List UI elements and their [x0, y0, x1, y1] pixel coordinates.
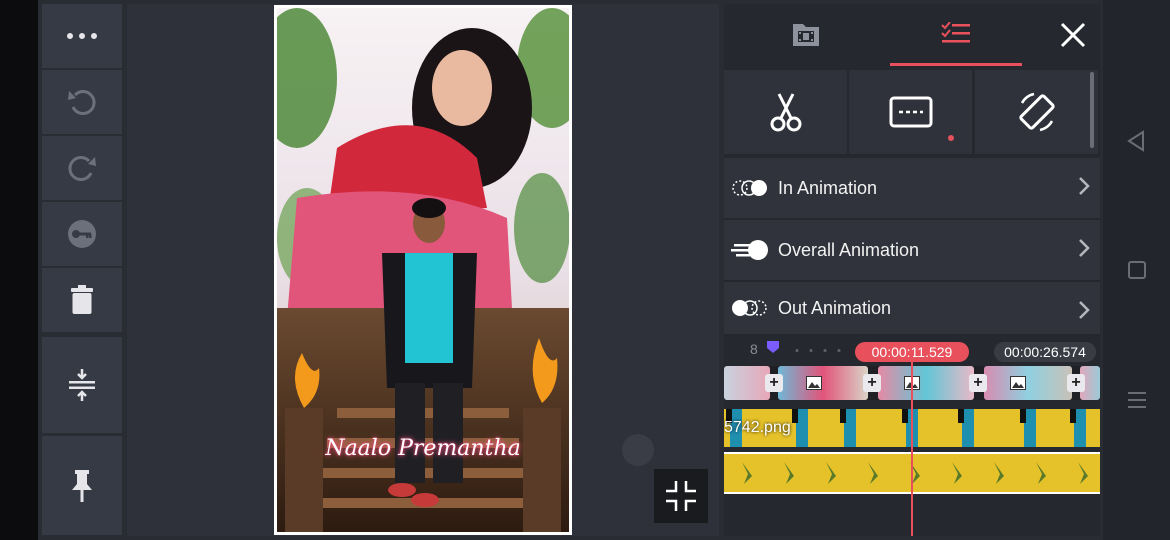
- redo-icon: [68, 156, 96, 181]
- out-animation-label: Out Animation: [778, 297, 892, 318]
- clip-thumbnail[interactable]: [878, 366, 974, 400]
- ruler-number: 8: [750, 341, 758, 357]
- split-adjust-button[interactable]: [42, 337, 122, 433]
- chevron-right-icon: [1079, 239, 1090, 257]
- split-tool-button[interactable]: [724, 70, 847, 154]
- screen-bezel: [0, 0, 38, 540]
- more-button[interactable]: [42, 4, 122, 68]
- bookmark-marker-icon[interactable]: [766, 340, 780, 354]
- add-transition-button[interactable]: +: [1067, 374, 1085, 392]
- close-button[interactable]: [1045, 4, 1100, 66]
- overall-animation-icon: [731, 240, 768, 260]
- touch-indicator: [622, 434, 654, 466]
- overlay-text[interactable]: Naalo Premantha: [277, 436, 569, 461]
- crop-tool-button[interactable]: [849, 70, 972, 154]
- in-animation-row[interactable]: In Animation: [724, 158, 1100, 218]
- image-icon: [1010, 376, 1026, 390]
- clip-thumbnail[interactable]: [984, 366, 1072, 400]
- rotate-screen-icon: [1018, 92, 1055, 132]
- undo-icon: [68, 90, 96, 115]
- layer-list-icon: [941, 21, 970, 42]
- in-animation-icon: [732, 180, 767, 196]
- undo-button[interactable]: [42, 70, 122, 134]
- tab-media[interactable]: [724, 4, 888, 66]
- fit-screen-button[interactable]: [654, 469, 708, 523]
- redo-button[interactable]: [42, 136, 122, 200]
- tab-layer-options[interactable]: [890, 4, 1022, 66]
- out-animation-row[interactable]: Out Animation: [724, 282, 1100, 334]
- clip-thumbnail[interactable]: [724, 366, 770, 400]
- total-time: 00:00:26.574: [994, 342, 1096, 362]
- recents-lines-icon[interactable]: [1126, 390, 1148, 410]
- playhead[interactable]: [911, 352, 913, 536]
- add-transition-button[interactable]: +: [765, 374, 783, 392]
- panel-scrollbar[interactable]: [1090, 72, 1094, 148]
- video-preview[interactable]: Naalo Premantha: [274, 5, 572, 535]
- home-square-icon[interactable]: [1127, 260, 1147, 280]
- layer-file-label: 5742.png: [724, 419, 791, 436]
- change-dot: [948, 135, 954, 141]
- delete-button[interactable]: [42, 268, 122, 332]
- back-triangle-icon[interactable]: [1126, 130, 1146, 152]
- more-horizontal-icon: [67, 33, 97, 39]
- clip-thumbnail[interactable]: [778, 366, 868, 400]
- caption-box-icon: [889, 96, 932, 128]
- in-animation-label: In Animation: [778, 177, 878, 198]
- media-film-icon: [793, 24, 819, 46]
- add-transition-button[interactable]: +: [969, 374, 987, 392]
- ruler-ticks: [790, 349, 850, 352]
- pin-icon: [72, 469, 92, 502]
- collapse-arrows-icon: [666, 481, 696, 511]
- split-adjust-icon: [69, 369, 95, 401]
- add-transition-button[interactable]: +: [863, 374, 881, 392]
- overall-animation-label: Overall Animation: [778, 239, 920, 260]
- trash-icon: [71, 285, 93, 314]
- rotate-tool-button[interactable]: [975, 70, 1098, 154]
- pin-button[interactable]: [42, 436, 122, 535]
- image-icon: [806, 376, 822, 390]
- out-animation-icon: [732, 300, 767, 316]
- keyframe-button[interactable]: [42, 202, 122, 266]
- keyframe-key-icon: [68, 220, 96, 248]
- close-icon: [1060, 22, 1085, 48]
- chevron-right-icon: [1079, 177, 1090, 195]
- scissors-icon: [770, 93, 801, 132]
- chevron-right-icon: [1079, 301, 1090, 319]
- overall-animation-row[interactable]: Overall Animation: [724, 220, 1100, 280]
